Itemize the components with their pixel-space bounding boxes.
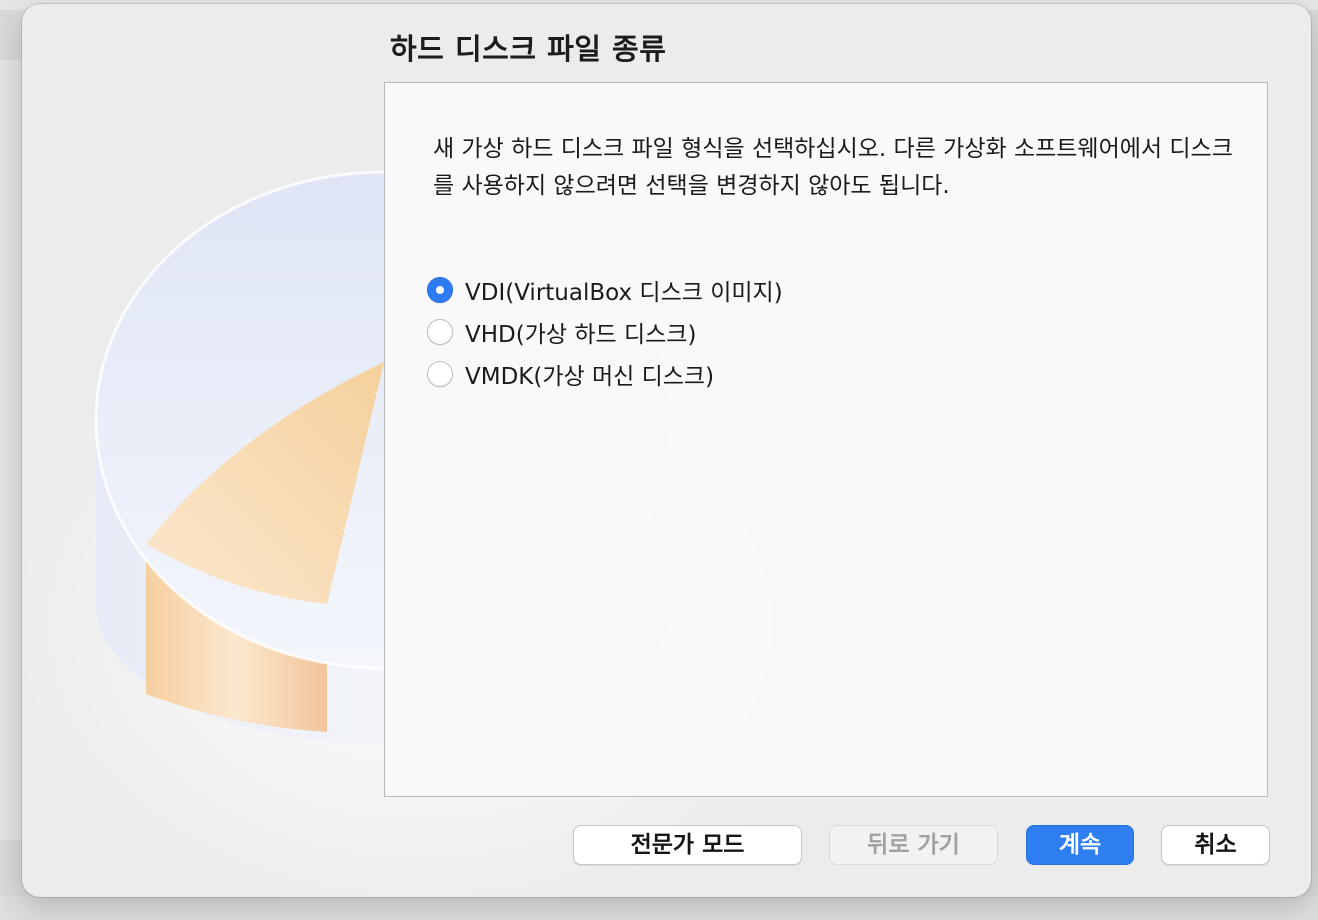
content-panel: 새 가상 하드 디스크 파일 형식을 선택하십시오. 다른 가상화 소프트웨어에… bbox=[384, 82, 1268, 797]
radio-label-vmdk: VMDK(가상 머신 디스크) bbox=[465, 364, 715, 390]
continue-button[interactable]: 계속 bbox=[1026, 825, 1134, 865]
disk-format-radio-group: VDI(VirtualBox 디스크 이미지) VHD(가상 하드 디스크) V… bbox=[427, 269, 783, 395]
radio-option-vdi[interactable]: VDI(VirtualBox 디스크 이미지) bbox=[427, 269, 783, 311]
radio-button[interactable] bbox=[427, 361, 453, 387]
description-text: 새 가상 하드 디스크 파일 형식을 선택하십시오. 다른 가상화 소프트웨어에… bbox=[433, 136, 1233, 199]
background-window-bottom bbox=[0, 896, 1318, 920]
radio-label-vdi: VDI(VirtualBox 디스크 이미지) bbox=[465, 280, 783, 306]
radio-option-vhd[interactable]: VHD(가상 하드 디스크) bbox=[427, 311, 783, 353]
radio-option-vmdk[interactable]: VMDK(가상 머신 디스크) bbox=[427, 353, 783, 395]
back-button[interactable]: 뒤로 가기 bbox=[829, 825, 998, 865]
dialog-title: 하드 디스크 파일 종류 bbox=[390, 32, 667, 66]
virtual-disk-dialog: 하드 디스크 파일 종류 새 가상 하드 디스크 파일 형식을 선택하십시오. … bbox=[22, 4, 1311, 897]
radio-label-vhd: VHD(가상 하드 디스크) bbox=[465, 322, 697, 348]
radio-button-selected[interactable] bbox=[427, 277, 453, 303]
background-window-edge bbox=[0, 60, 23, 840]
radio-button[interactable] bbox=[427, 319, 453, 345]
cancel-button[interactable]: 취소 bbox=[1161, 825, 1270, 865]
expert-mode-button[interactable]: 전문가 모드 bbox=[573, 825, 802, 865]
